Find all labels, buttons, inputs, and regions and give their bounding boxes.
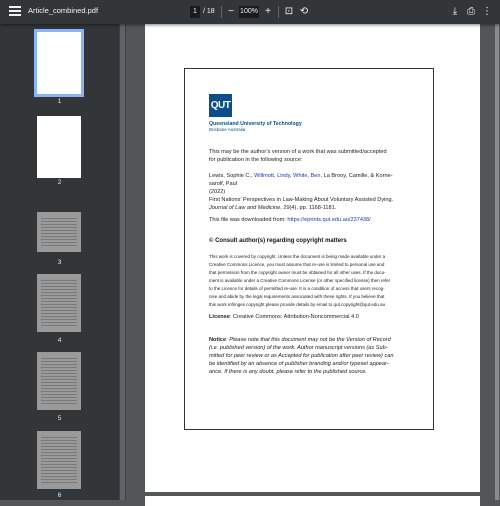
- notice-label: Notice: [209, 337, 227, 343]
- pdf-page: [145, 496, 480, 506]
- citation-year: (2022): [209, 189, 226, 195]
- intro-line: for publication in the following source:: [209, 157, 303, 163]
- main-scrollbar[interactable]: [494, 24, 500, 500]
- thumbnail-label: 2: [57, 179, 62, 186]
- cover-sheet: QUT Queensland University of Technology …: [184, 68, 434, 430]
- university-city: Brisbane Australia: [209, 127, 246, 132]
- thumbnail-page-6[interactable]: [37, 431, 81, 489]
- qut-logo: QUT: [209, 94, 232, 117]
- thumbnail-sidebar: 1 2 3 4 5 6: [0, 24, 119, 500]
- journal-name: Journal of Law and Medicine: [209, 205, 281, 211]
- print-icon[interactable]: ⎙: [465, 5, 477, 19]
- zoom-out-button[interactable]: −: [225, 5, 237, 19]
- notice-text: be identified by an absence of publisher…: [209, 361, 389, 367]
- download-icon[interactable]: ⤓: [449, 5, 461, 19]
- thumbnail-page-2[interactable]: [37, 116, 81, 178]
- document-title: Article_combined.pdf: [28, 6, 99, 15]
- toolbar-divider: [221, 6, 222, 18]
- fit-page-icon[interactable]: ⊡: [283, 5, 295, 19]
- thumbnail-label: 5: [57, 415, 62, 422]
- citation-authors-cont: sarolf, Paul: [209, 181, 237, 187]
- thumbnail-page-4[interactable]: [37, 274, 81, 332]
- menu-icon[interactable]: [9, 6, 21, 18]
- more-options-icon[interactable]: ⋮: [481, 5, 493, 19]
- download-line: This file was downloaded from: https://e…: [209, 216, 371, 224]
- thumbnail-label: 1: [57, 98, 62, 105]
- author-name: La Brooy, Camille, & Korne-: [323, 173, 393, 179]
- toolbar-divider: [278, 6, 279, 18]
- download-label: This file was downloaded from:: [209, 217, 286, 223]
- journal-volume: , 29(4), pp. 1168-1181.: [280, 205, 337, 211]
- thumbnail-page-5[interactable]: [37, 352, 81, 410]
- pdf-toolbar: Article_combined.pdf 1 / 18 − 100% + ⊡ ⟲…: [0, 0, 500, 24]
- notice-text: mitted for peer review or as Accepted fo…: [209, 353, 394, 359]
- thumbnail-page-3[interactable]: [37, 212, 81, 252]
- notice-text: : Please note that this document may not…: [226, 337, 391, 343]
- notice-text: (i.e. published version) of the work. Au…: [209, 345, 388, 351]
- rotate-icon[interactable]: ⟲: [298, 5, 310, 19]
- citation-journal: Journal of Law and Medicine, 29(4), pp. …: [209, 204, 336, 212]
- zoom-in-button[interactable]: +: [262, 5, 274, 19]
- copyright-heading: © Consult author(s) regarding copyright …: [209, 238, 347, 244]
- license-line: License: Creative Commons: Attribution-N…: [209, 313, 359, 321]
- page-total: / 18: [203, 8, 215, 15]
- page-number-input[interactable]: 1: [190, 6, 200, 18]
- eprints-link[interactable]: https://eprints.qut.edu.au/237438/: [287, 217, 370, 223]
- license-label: License: [209, 314, 230, 320]
- author-link[interactable]: Willmott, Lindy,: [254, 173, 292, 179]
- license-value: : Creative Commons: Attribution-Noncomme…: [229, 314, 359, 320]
- intro-line: This may be the author’s version of a wo…: [209, 149, 387, 155]
- notice-text: ance. If there is any doubt, please refe…: [209, 369, 367, 375]
- sidebar-scroll-thumb[interactable]: [120, 24, 125, 500]
- thumbnail-label: 6: [57, 492, 62, 499]
- author-link[interactable]: White, Ben,: [293, 173, 322, 179]
- citation-title: First Nations’ Perspectives in Law-Makin…: [209, 197, 394, 203]
- citation-authors: Lewis, Sophie C., Willmott, Lindy, White…: [209, 172, 393, 180]
- thumbnail-label: 4: [57, 337, 62, 344]
- thumbnail-page-1[interactable]: [34, 29, 84, 97]
- author-name: Lewis, Sophie C.,: [209, 173, 253, 179]
- zoom-level-input[interactable]: 100%: [239, 6, 259, 18]
- notice-line: Notice: Please note that this document m…: [209, 336, 391, 344]
- thumbnail-label: 3: [57, 259, 62, 266]
- copyright-text: this work infringes copyright please pro…: [209, 302, 386, 307]
- main-scroll-thumb[interactable]: [495, 24, 499, 500]
- sidebar-scrollbar[interactable]: [119, 24, 126, 500]
